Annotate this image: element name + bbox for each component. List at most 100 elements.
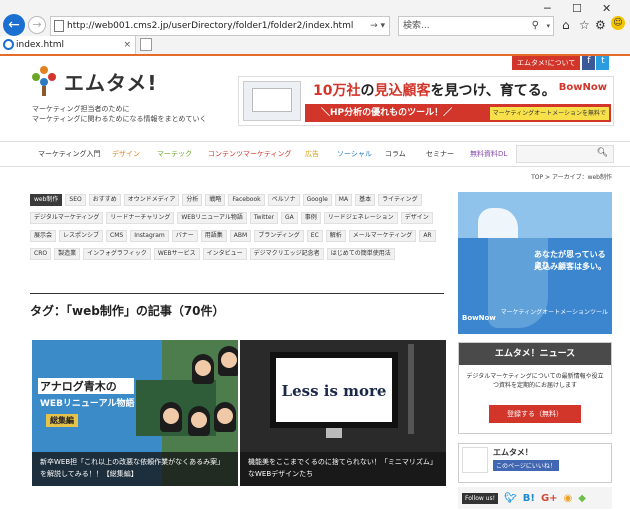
nav-item-1[interactable]: マーケティング入門 <box>38 142 100 166</box>
newsletter-signup-button[interactable]: 登録する（無料） <box>489 405 581 423</box>
tag-item[interactable]: Google <box>302 194 332 206</box>
newsletter-box: エムタメ！ニュース デジタルマーケティングについての最新情報や役立つ資料を定期的… <box>458 342 612 434</box>
tag-item[interactable]: デジマクリエッジ記念者 <box>249 248 324 260</box>
tag-item[interactable]: リードナーチャリング <box>106 212 175 224</box>
tag-item[interactable]: ペルソナ <box>267 194 300 206</box>
address-text: http://web001.cms2.jp/userDirectory/fold… <box>67 21 354 31</box>
tag-item[interactable]: Twitter <box>249 212 279 224</box>
tab-close-icon[interactable]: × <box>123 36 131 54</box>
hatena-icon[interactable]: B! <box>523 493 535 504</box>
article-card-2[interactable]: Less is more 機能美をここまでくるのに捨てられない！「ミニマリズム」… <box>240 340 446 486</box>
banner-bar: ＼HP分析の優れものツール！／ マーケティングオートメーションを無料で <box>305 104 611 122</box>
web-page: エムタメ!について f t エムタメ! マーケティング担当者のために マーケティ… <box>0 56 630 511</box>
tag-item[interactable]: GA <box>281 212 298 224</box>
tag-item[interactable]: 事例 <box>300 212 321 224</box>
tag-item[interactable]: Facebook <box>228 194 265 206</box>
facebook-widget[interactable]: エムタメ！ このページにいいね！ <box>458 443 612 483</box>
tag-item[interactable]: CRO <box>30 248 52 260</box>
tag-item[interactable]: メールマーケティング <box>348 230 417 242</box>
tag-item[interactable]: デジタルマーケティング <box>30 212 104 224</box>
tag-item[interactable]: ABM <box>229 230 252 242</box>
tag-item[interactable]: 展示会 <box>30 230 57 242</box>
facebook-icon[interactable]: f <box>582 56 596 70</box>
ie-icon <box>3 39 14 50</box>
card-2-caption[interactable]: 機能美をここまでくるのに捨てられない！「ミニマリズム」なWEBデザインたち <box>240 452 446 486</box>
tag-item[interactable]: インタビュー <box>202 248 247 260</box>
logo-tree-icon <box>30 66 58 96</box>
tag-item[interactable]: WEBリニューアル物語 <box>177 212 247 224</box>
tag-item[interactable]: ブランディング <box>254 230 304 242</box>
nav-item-7[interactable]: コラム <box>385 142 406 166</box>
page-icon <box>54 20 64 32</box>
nav-item-9[interactable]: 無料資料DL <box>470 142 507 166</box>
nav-item-8[interactable]: セミナー <box>426 142 454 166</box>
twitter-icon[interactable]: t <box>596 56 610 70</box>
tag-item[interactable]: レスポンシブ <box>59 230 104 242</box>
tag-item[interactable]: web制作 <box>30 194 63 206</box>
chevron-down-icon[interactable]: ▾ <box>546 17 550 35</box>
article-card-1[interactable]: アナログ青木の WEBリニューアル物語 総集編 新卒WEB担「これ以上の改悪な依… <box>32 340 238 486</box>
search-icon[interactable]: 🔍︎ <box>597 148 608 158</box>
nav-item-6[interactable]: ソーシャル <box>337 142 372 166</box>
tag-item[interactable]: AR <box>419 230 436 242</box>
nav-item-5[interactable]: 広告 <box>305 142 319 166</box>
googleplus-icon[interactable]: G+ <box>541 493 558 504</box>
smiley-icon[interactable]: ☺ <box>611 16 625 30</box>
site-tagline: マーケティング担当者のために マーケティングに関わるためになる情報をまとめていく <box>32 104 206 124</box>
tag-item[interactable]: バナー <box>171 230 198 242</box>
tag-item[interactable]: 製造業 <box>54 248 81 260</box>
fb-like-button[interactable]: このページにいいね！ <box>493 460 559 471</box>
tag-item[interactable]: EC <box>306 230 323 242</box>
tag-item[interactable]: 戦略 <box>205 194 226 206</box>
tag-item[interactable]: おすすめ <box>88 194 121 206</box>
tag-item[interactable]: 分析 <box>182 194 203 206</box>
nav-item-3[interactable]: マーテック <box>157 142 192 166</box>
newsletter-text: デジタルマーケティングについての最新情報や役立つ資料を定期的にお届けします <box>466 373 604 389</box>
banner-logo: BowNow <box>558 82 607 93</box>
card-1-caption[interactable]: 新卒WEB担「これ以上の改悪な依頼作業がなくあるみ案」を解説してみる！！【総集編… <box>32 452 238 486</box>
tag-item[interactable]: CMS <box>106 230 128 242</box>
ad-line-2: 見込み顧客は多い。 <box>534 262 606 271</box>
favorites-icon[interactable]: ☆ <box>579 18 590 32</box>
tag-item[interactable]: 解析 <box>325 230 346 242</box>
home-icon[interactable]: ⌂ <box>562 18 570 32</box>
refresh-icon[interactable]: → ▾ <box>370 17 385 35</box>
tag-item[interactable]: オウンドメディア <box>123 194 180 206</box>
tag-item[interactable]: SEO <box>65 194 86 206</box>
tab-title: index.html <box>16 40 64 50</box>
header-banner-ad[interactable]: 10万社の見込顧客を見つけ、育てる。 BowNow ＼HP分析の優れものツール！… <box>238 76 614 126</box>
forward-icon[interactable]: → <box>28 16 46 34</box>
rss-icon[interactable]: ◉ <box>564 493 573 504</box>
address-bar[interactable]: http://web001.cms2.jp/userDirectory/fold… <box>50 16 390 36</box>
tag-item[interactable]: Instagram <box>130 230 169 242</box>
nav-item-2[interactable]: デザイン <box>112 142 140 166</box>
banner-laptop-image <box>243 81 301 121</box>
tag-item[interactable]: インフォグラフィック <box>83 248 151 260</box>
minimize-icon[interactable]: ─ <box>544 2 551 15</box>
tag-item[interactable]: デザイン <box>400 212 433 224</box>
twitter-icon[interactable]: 🐦︎ <box>504 493 517 504</box>
tag-item[interactable]: 用語集 <box>200 230 227 242</box>
feedly-icon[interactable]: ◆ <box>578 493 586 504</box>
tag-item[interactable]: WEBサービス <box>153 248 200 260</box>
close-icon[interactable]: ✕ <box>602 2 611 15</box>
browser-search-input[interactable]: 検索... ⚲ ▾ <box>398 16 554 36</box>
new-tab-icon[interactable] <box>140 38 152 51</box>
sidebar-ad[interactable]: あなたが思っているより 見込み顧客は多い。 BowNow マーケティングオートメ… <box>458 192 612 334</box>
search-icon[interactable]: ⚲ <box>532 17 539 35</box>
settings-icon[interactable]: ⚙ <box>595 18 606 32</box>
tag-item[interactable]: リードジェネレーション <box>323 212 398 224</box>
tag-item[interactable]: 基本 <box>355 194 376 206</box>
maximize-icon[interactable]: ☐ <box>572 2 582 15</box>
tag-item[interactable]: MA <box>334 194 353 206</box>
tag-item[interactable]: ライティング <box>378 194 422 206</box>
site-logo[interactable]: エムタメ! <box>30 66 158 96</box>
nav-item-4[interactable]: コンテンツマーケティング <box>208 142 291 166</box>
back-icon[interactable]: ← <box>3 14 25 36</box>
site-search-input[interactable]: 🔍︎ <box>516 145 614 163</box>
follow-bar: Follow us! 🐦︎ B! G+ ◉ ◆ <box>458 487 612 509</box>
about-link[interactable]: エムタメ!について <box>512 56 581 70</box>
tab-index[interactable]: index.html × <box>0 36 136 54</box>
tag-item[interactable]: はじめての簡単使用法 <box>326 248 395 260</box>
breadcrumb: TOP > アーカイブ：web制作 <box>531 174 612 181</box>
